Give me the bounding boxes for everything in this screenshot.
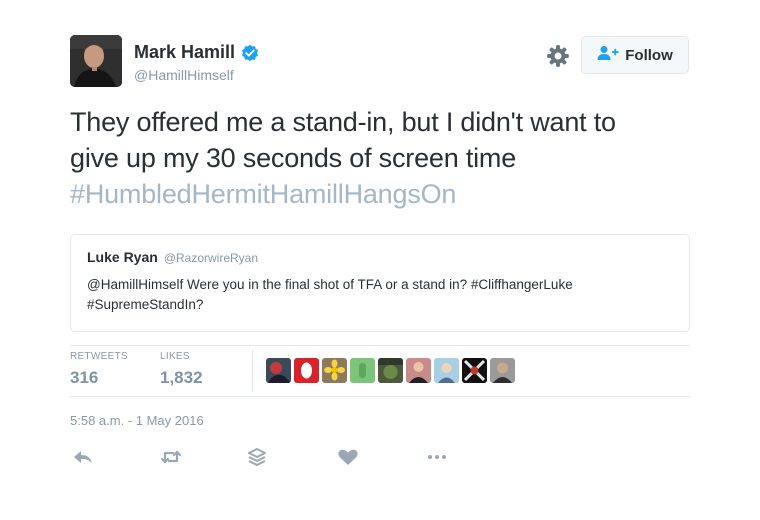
- retweet-icon[interactable]: [160, 447, 182, 467]
- follow-button[interactable]: Follow: [581, 36, 689, 74]
- liker-avatar[interactable]: [294, 358, 319, 383]
- gear-icon[interactable]: [545, 43, 571, 69]
- heart-icon[interactable]: [337, 447, 359, 467]
- stats-divider-bottom: [70, 396, 690, 397]
- quoted-tweet-header: Luke Ryan @RazorwireRyan: [87, 249, 673, 265]
- follow-button-label: Follow: [625, 46, 673, 64]
- likes-stat[interactable]: LIKES 1,832: [160, 351, 203, 388]
- add-user-icon: [597, 45, 619, 65]
- stats-vertical-divider: [252, 350, 253, 392]
- likes-count: 1,832: [160, 368, 203, 387]
- liker-avatar[interactable]: [350, 358, 375, 383]
- verified-badge-icon: [241, 44, 259, 62]
- liker-avatars: [266, 358, 515, 383]
- quoted-tweet-card[interactable]: Luke Ryan @RazorwireRyan @HamillHimself …: [70, 234, 690, 332]
- tweet-text-line: They offered me a stand-in, but I didn't…: [70, 107, 616, 137]
- tweet-timestamp[interactable]: 5:58 a.m. - 1 May 2016: [70, 413, 204, 428]
- liker-avatar[interactable]: [490, 358, 515, 383]
- tweet-text-line: give up my 30 seconds of screen time: [70, 143, 517, 173]
- more-icon[interactable]: [426, 447, 448, 467]
- retweets-stat[interactable]: RETWEETS 316: [70, 351, 128, 388]
- stats-divider-top: [70, 345, 690, 346]
- likes-label: LIKES: [160, 351, 190, 362]
- liker-avatar[interactable]: [378, 358, 403, 383]
- liker-avatar[interactable]: [434, 358, 459, 383]
- tweet-hashtag-link[interactable]: #HumbledHermitHamillHangsOn: [70, 176, 710, 212]
- retweets-label: RETWEETS: [70, 351, 128, 362]
- author-name-text: Mark Hamill: [134, 42, 236, 62]
- stack-icon[interactable]: [246, 447, 268, 467]
- tweet-text: They offered me a stand-in, but I didn't…: [70, 104, 710, 212]
- liker-avatar[interactable]: [462, 358, 487, 383]
- liker-avatar[interactable]: [266, 358, 291, 383]
- author-screen-name[interactable]: @HamillHimself: [134, 67, 234, 83]
- liker-avatar[interactable]: [322, 358, 347, 383]
- quoted-tweet-author-name: Luke Ryan: [87, 249, 158, 265]
- reply-icon[interactable]: [72, 447, 94, 467]
- author-avatar[interactable]: [70, 35, 122, 87]
- quoted-tweet-author-handle: @RazorwireRyan: [163, 251, 259, 265]
- quoted-tweet-text: @HamillHimself Were you in the final sho…: [87, 277, 573, 312]
- author-display-name[interactable]: Mark Hamill: [134, 42, 259, 63]
- liker-avatar[interactable]: [406, 358, 431, 383]
- retweets-count: 316: [70, 368, 99, 387]
